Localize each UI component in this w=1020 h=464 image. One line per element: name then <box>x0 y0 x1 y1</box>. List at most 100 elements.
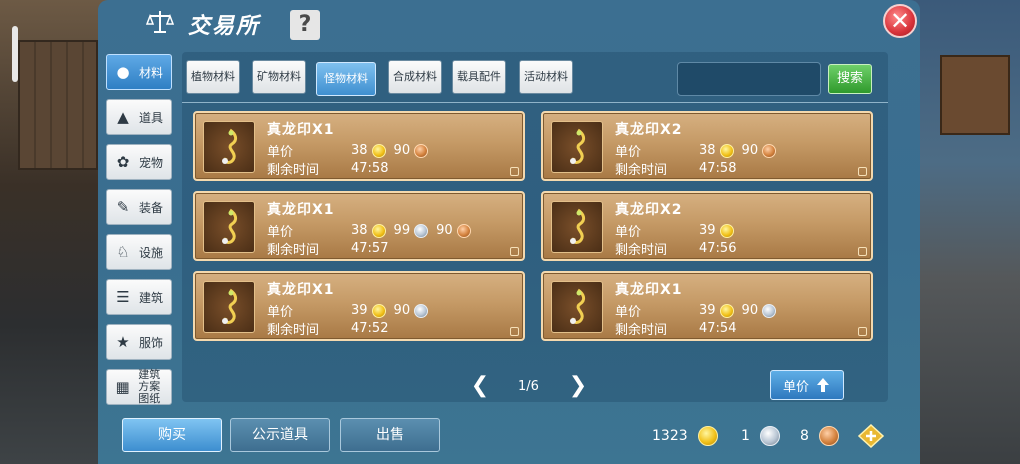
listing-card[interactable]: 真龙印X1 单价 39 90 剩余时间 47:54 <box>541 271 873 341</box>
public-items-button[interactable]: 公示道具 <box>230 418 330 452</box>
silver-coin-icon <box>762 303 777 318</box>
gold-coin-icon <box>719 223 734 238</box>
item-name: 真龙印X1 <box>267 122 335 138</box>
tab-event-materials[interactable]: 活动材料 <box>519 60 573 94</box>
price-value: 39 <box>699 303 716 318</box>
sidebar-item-pets[interactable]: ✿ 宠物 <box>106 144 172 180</box>
remaining-time-row: 剩余时间 47:52 <box>267 319 388 338</box>
materials-icon: ● <box>116 63 130 81</box>
sidebar-item-buildings[interactable]: ☰ 建筑 <box>106 279 172 315</box>
tab-monster-materials[interactable]: 怪物材料 <box>316 62 376 96</box>
gold-amount: 1323 <box>652 428 688 444</box>
listing-card[interactable]: 真龙印X1 单价 38 90 剩余时间 47:58 <box>193 111 525 181</box>
price-value: 38 <box>351 143 368 158</box>
blueprint-icon: ▦ <box>115 378 130 396</box>
copper-balance: 8 <box>800 426 847 446</box>
remaining-time-row: 剩余时间 47:58 <box>267 159 388 178</box>
next-page-button[interactable]: ❯ <box>568 374 588 398</box>
sidebar-item-label: 材料 <box>139 65 164 80</box>
add-currency-icon[interactable] <box>858 424 884 448</box>
sidebar-item-equipment[interactable]: ✎ 装备 <box>106 189 172 225</box>
sidebar-item-label: 设施 <box>139 245 164 260</box>
sort-arrow-icon <box>817 378 829 392</box>
search-input[interactable] <box>677 62 821 96</box>
title-bar: 交易所 ? ✕ <box>98 0 920 48</box>
sidebar-item-blueprints[interactable]: ▦ 建筑方案图纸 <box>106 369 172 405</box>
card-corner-mark <box>858 327 867 336</box>
copper-amount: 8 <box>800 428 809 444</box>
price-value: 39 <box>699 223 716 238</box>
unit-price-label: 单价 <box>615 145 642 160</box>
price-value: 39 <box>351 303 368 318</box>
remaining-time-label: 剩余时间 <box>267 243 320 258</box>
dragon-seal-item-icon <box>551 281 603 333</box>
remaining-time-value: 47:57 <box>351 241 389 256</box>
tab-crafting-materials[interactable]: 合成材料 <box>388 60 442 94</box>
card-corner-mark <box>510 327 519 336</box>
sidebar-item-label: 宠物 <box>139 155 164 170</box>
price-value: 90 <box>436 223 453 238</box>
price-value: 38 <box>699 143 716 158</box>
sidebar-item-label: 装备 <box>139 200 164 215</box>
unit-price-label: 单价 <box>615 225 642 240</box>
tab-vehicle-parts[interactable]: 载具配件 <box>452 60 506 94</box>
unit-price-row: 单价 38 99 90 <box>267 221 479 240</box>
tab-mineral-materials[interactable]: 矿物材料 <box>252 60 306 94</box>
help-button[interactable]: ? <box>290 10 320 40</box>
listing-card[interactable]: 真龙印X1 单价 38 99 90 剩余时间 47:57 <box>193 191 525 261</box>
sidebar-item-label: 建筑 <box>139 290 164 305</box>
listing-card[interactable]: 真龙印X2 单价 39 剩余时间 47:56 <box>541 191 873 261</box>
tab-plant-materials[interactable]: 植物材料 <box>186 60 240 94</box>
listing-card[interactable]: 真龙印X1 单价 39 90 剩余时间 47:52 <box>193 271 525 341</box>
card-corner-mark <box>510 247 519 256</box>
unit-price-row: 单价 39 90 <box>267 301 436 320</box>
silver-coin-icon <box>414 303 429 318</box>
gold-coin-icon <box>697 426 718 446</box>
copper-coin-icon <box>762 143 777 158</box>
game-background-left <box>0 0 110 464</box>
remaining-time-row: 剩余时间 47:54 <box>615 319 736 338</box>
unit-price-row: 单价 39 90 <box>615 301 784 320</box>
silver-coin-icon <box>414 223 429 238</box>
price-value: 90 <box>741 303 759 318</box>
scales-icon <box>146 11 174 33</box>
unit-price-row: 单价 39 <box>615 221 742 240</box>
silver-coin-icon <box>759 426 780 446</box>
sidebar-item-items[interactable]: ▲ 道具 <box>106 99 172 135</box>
dragon-seal-item-icon <box>203 201 255 253</box>
buy-button[interactable]: 购买 <box>122 418 222 452</box>
sort-button-label: 单价 <box>782 379 809 395</box>
remaining-time-row: 剩余时间 47:58 <box>615 159 736 178</box>
building-icon: ☰ <box>116 288 130 306</box>
gold-coin-icon <box>719 143 734 158</box>
sidebar-item-facilities[interactable]: ♘ 设施 <box>106 234 172 270</box>
clothing-icon: ★ <box>116 333 130 351</box>
prev-page-button[interactable]: ❮ <box>470 374 490 398</box>
close-button[interactable]: ✕ <box>883 4 917 38</box>
sort-by-unit-price-button[interactable]: 单价 <box>770 370 844 400</box>
remaining-time-label: 剩余时间 <box>267 323 320 338</box>
sidebar-item-clothing[interactable]: ★ 服饰 <box>106 324 172 360</box>
remaining-time-value: 47:56 <box>699 241 737 256</box>
card-corner-mark <box>858 167 867 176</box>
divider <box>182 102 888 103</box>
sidebar-item-materials[interactable]: ● 材料 <box>106 54 172 90</box>
dragon-seal-item-icon <box>203 121 255 173</box>
listing-card[interactable]: 真龙印X2 单价 38 90 剩余时间 47:58 <box>541 111 873 181</box>
item-name: 真龙印X2 <box>615 202 683 218</box>
side-drawer-handle[interactable] <box>12 26 18 82</box>
card-corner-mark <box>858 247 867 256</box>
gold-coin-icon <box>371 143 386 158</box>
search-button[interactable]: 搜索 <box>828 64 872 94</box>
remaining-time-label: 剩余时间 <box>615 323 668 338</box>
item-name: 真龙印X2 <box>615 122 683 138</box>
remaining-time-value: 47:58 <box>351 161 389 176</box>
equipment-icon: ✎ <box>116 198 130 216</box>
unit-price-label: 单价 <box>267 145 294 160</box>
gold-coin-icon <box>371 303 386 318</box>
sell-button[interactable]: 出售 <box>340 418 440 452</box>
sidebar-item-label: 建筑方案图纸 <box>138 368 161 405</box>
remaining-time-label: 剩余时间 <box>615 163 668 178</box>
trading-post-window: 交易所 ? ✕ ● 材料 ▲ 道具 ✿ 宠物 ✎ 装备 ♘ 设施 ☰ 建筑 ★ <box>98 0 920 464</box>
unit-price-label: 单价 <box>615 305 642 320</box>
